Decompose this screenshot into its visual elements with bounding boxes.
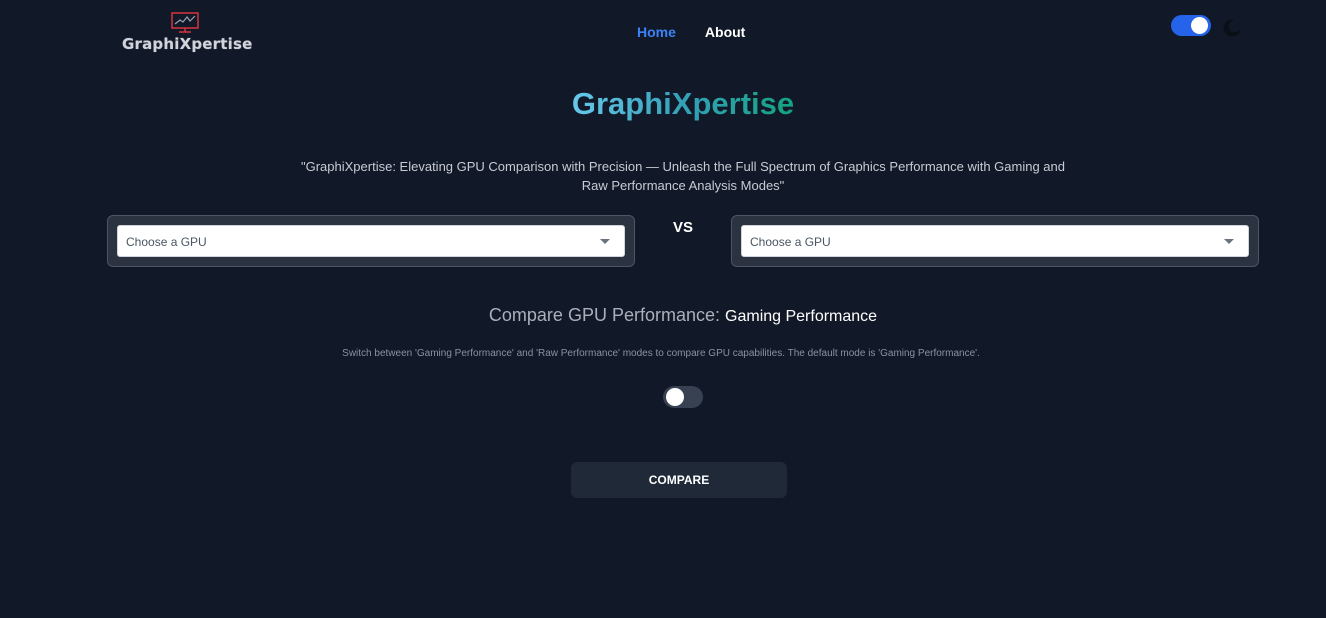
gpu-select-left[interactable]: Choose a GPU xyxy=(117,225,625,257)
page-title-text: GraphiXpertise xyxy=(571,86,795,121)
monitor-chart-icon xyxy=(171,12,199,33)
performance-mode-toggle[interactable] xyxy=(663,386,703,408)
vs-label: VS xyxy=(673,219,694,236)
theme-toggle[interactable] xyxy=(1171,15,1211,36)
gpu-select-left-placeholder: Choose a GPU xyxy=(126,235,207,249)
page: GraphiXpertise Home About GraphiXpertise… xyxy=(0,0,1326,618)
nav-home[interactable]: Home xyxy=(637,24,676,40)
moon-icon xyxy=(1222,18,1241,37)
mode-description: Switch between 'Gaming Performance' and … xyxy=(342,348,980,359)
chevron-down-icon xyxy=(600,239,610,244)
gpu-selector-left-panel: Choose a GPU xyxy=(107,215,635,267)
nav-about[interactable]: About xyxy=(705,24,745,40)
gpu-select-right[interactable]: Choose a GPU xyxy=(741,225,1249,257)
main-nav: Home About xyxy=(637,24,745,40)
logo-text: GraphiXpertise xyxy=(122,35,253,53)
mode-heading: Compare GPU Performance: Gaming Performa… xyxy=(0,305,1326,326)
logo[interactable]: GraphiXpertise xyxy=(122,12,252,54)
compare-button[interactable]: COMPARE xyxy=(571,462,787,498)
page-title: GraphiXpertise xyxy=(0,86,1326,122)
current-mode: Gaming Performance xyxy=(725,308,878,325)
tagline: "GraphiXpertise: Elevating GPU Compariso… xyxy=(301,159,1065,193)
mode-heading-label: Compare GPU Performance: xyxy=(488,305,720,325)
gpu-selector-right-panel: Choose a GPU xyxy=(731,215,1259,267)
mode-toggle-knob xyxy=(666,388,684,406)
gpu-select-right-placeholder: Choose a GPU xyxy=(750,235,831,249)
chevron-down-icon xyxy=(1224,239,1234,244)
theme-toggle-knob xyxy=(1191,17,1208,34)
